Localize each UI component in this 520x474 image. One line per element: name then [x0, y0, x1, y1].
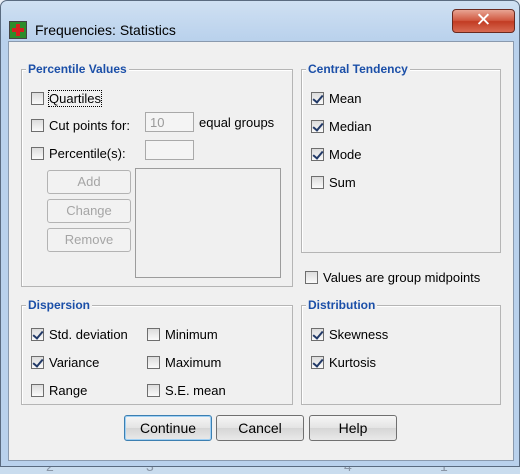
minimum-label: Minimum	[165, 326, 218, 342]
change-button[interactable]: Change	[47, 199, 131, 223]
sum-label: Sum	[329, 174, 356, 190]
add-button[interactable]: Add	[47, 170, 131, 194]
dispersion-title: Dispersion	[26, 297, 93, 313]
mode-check-box[interactable]	[311, 147, 324, 161]
title-bar[interactable]: Frequencies: Statistics ✕	[1, 1, 519, 41]
spss-app-icon	[9, 21, 27, 39]
percentile-values-group: Percentile Values Quartiles Cut points f…	[21, 61, 293, 287]
close-icon: ✕	[475, 9, 492, 31]
std-deviation-checkbox[interactable]: Std. deviation	[31, 325, 128, 343]
distribution-group: Distribution Skewness Kurtosis	[301, 297, 501, 405]
skewness-label: Skewness	[329, 326, 389, 342]
se-mean-check-box[interactable]	[147, 383, 160, 397]
group-midpoints-checkbox[interactable]: Values are group midpoints	[305, 268, 480, 286]
variance-check-box[interactable]	[31, 355, 44, 369]
median-check-box[interactable]	[311, 119, 324, 133]
kurtosis-label: Kurtosis	[329, 354, 376, 370]
std-deviation-check-box[interactable]	[31, 327, 44, 341]
sum-checkbox[interactable]: Sum	[311, 173, 356, 191]
central-tendency-group: Central Tendency Mean Median Mode Sum	[301, 61, 501, 253]
help-button[interactable]: Help	[309, 415, 397, 441]
frequencies-statistics-dialog: Frequencies: Statistics ✕ Percentile Val…	[0, 0, 520, 467]
sum-check-box[interactable]	[311, 175, 324, 189]
continue-button[interactable]: Continue	[124, 415, 212, 441]
median-checkbox[interactable]: Median	[311, 117, 372, 135]
skewness-check-box[interactable]	[311, 327, 324, 341]
cut-points-check-box[interactable]	[31, 118, 44, 132]
range-label: Range	[49, 382, 88, 398]
percentiles-check-box[interactable]	[31, 146, 44, 160]
kurtosis-checkbox[interactable]: Kurtosis	[311, 353, 376, 371]
mean-checkbox[interactable]: Mean	[311, 89, 362, 107]
range-checkbox[interactable]: Range	[31, 381, 87, 399]
median-label: Median	[329, 118, 372, 134]
minimum-check-box[interactable]	[147, 327, 160, 341]
quartiles-checkbox[interactable]: Quartiles	[31, 89, 103, 107]
quartiles-label: Quartiles	[47, 89, 103, 107]
minimum-checkbox[interactable]: Minimum	[147, 325, 218, 343]
percentiles-label: Percentile(s):	[49, 145, 126, 161]
mode-checkbox[interactable]: Mode	[311, 145, 362, 163]
cut-points-checkbox[interactable]: Cut points for:	[31, 116, 130, 134]
percentile-input[interactable]	[145, 140, 194, 160]
mode-label: Mode	[329, 146, 362, 162]
central-tendency-title: Central Tendency	[306, 61, 410, 77]
window-title: Frequencies: Statistics	[35, 22, 176, 38]
kurtosis-check-box[interactable]	[311, 355, 324, 369]
group-midpoints-check-box[interactable]	[305, 270, 318, 284]
percentiles-checkbox[interactable]: Percentile(s):	[31, 144, 126, 162]
variance-checkbox[interactable]: Variance	[31, 353, 99, 371]
remove-button[interactable]: Remove	[47, 228, 131, 252]
variance-label: Variance	[49, 354, 100, 370]
group-midpoints-label: Values are group midpoints	[323, 269, 481, 285]
equal-groups-label: equal groups	[199, 115, 275, 130]
maximum-label: Maximum	[165, 354, 222, 370]
distribution-title: Distribution	[306, 297, 378, 313]
std-deviation-label: Std. deviation	[49, 326, 128, 342]
maximum-checkbox[interactable]: Maximum	[147, 353, 221, 371]
close-button[interactable]: ✕	[452, 9, 515, 33]
se-mean-label: S.E. mean	[165, 382, 226, 398]
mean-check-box[interactable]	[311, 91, 324, 105]
maximum-check-box[interactable]	[147, 355, 160, 369]
dispersion-group: Dispersion Std. deviation Minimum Varian…	[21, 297, 293, 405]
dialog-body: Percentile Values Quartiles Cut points f…	[8, 41, 514, 461]
cut-points-input[interactable]: 10	[145, 112, 194, 132]
range-check-box[interactable]	[31, 383, 44, 397]
se-mean-checkbox[interactable]: S.E. mean	[147, 381, 226, 399]
skewness-checkbox[interactable]: Skewness	[311, 325, 388, 343]
percentile-list[interactable]	[135, 168, 281, 278]
mean-label: Mean	[329, 90, 362, 106]
cut-points-label: Cut points for:	[49, 117, 130, 133]
percentile-values-title: Percentile Values	[26, 61, 129, 77]
cancel-button[interactable]: Cancel	[216, 415, 304, 441]
quartiles-check-box[interactable]	[31, 91, 44, 105]
